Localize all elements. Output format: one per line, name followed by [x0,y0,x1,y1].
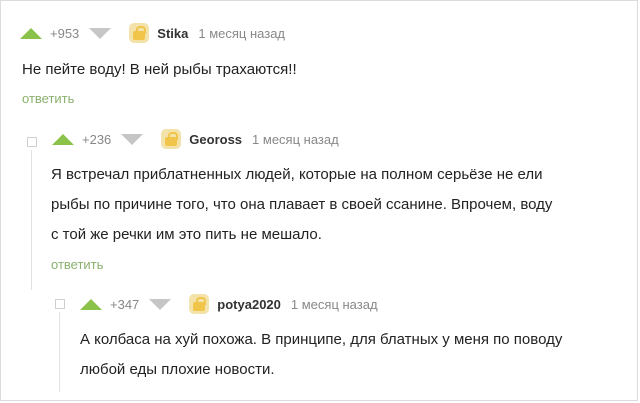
comment-rating: +953 [50,25,80,41]
comment-rating: +347 [110,296,140,312]
collapse-thread-icon[interactable] [27,137,37,147]
comment-rating: +236 [82,131,112,147]
comment-text-line: А колбаса на хуй похожа. В принципе, для… [80,331,563,348]
avatar[interactable] [161,129,182,149]
comment-text-line: любой еды плохие новости. [80,361,275,378]
comment-3-header: +347 potya2020 1 месяц назад [80,293,378,315]
comment-time: 1 месяц назад [198,25,286,41]
comment-2-header: +236 Geoross 1 месяц назад [52,128,339,150]
upvote-icon[interactable] [52,133,74,145]
comment-author[interactable]: Stika [157,26,188,41]
comment-text-line: Не пейте воду! В ней рыбы трахаются!! [22,61,297,78]
thread-line[interactable] [31,150,32,290]
downvote-icon[interactable] [89,27,112,39]
downvote-icon[interactable] [121,133,144,145]
comment-time: 1 месяц назад [252,131,339,147]
collapse-thread-icon[interactable] [55,299,65,309]
reply-link[interactable]: ответить [51,257,103,272]
upvote-icon[interactable] [20,27,42,39]
avatar[interactable] [189,294,210,314]
comment-text-line: Я встречал приблатненных людей, которые … [51,166,543,183]
reply-link[interactable]: ответить [22,91,74,106]
comment-1-header: +953 Stika 1 месяц назад [20,22,285,44]
upvote-icon[interactable] [80,298,102,310]
comment-time: 1 месяц назад [290,296,378,312]
comment-text-line: с той же речки им это пить не мешало. [51,226,322,243]
comment-author[interactable]: potya2020 [217,297,281,312]
avatar[interactable] [129,23,150,43]
comment-2-text: Я встречал приблатненных людей, которые … [51,160,552,250]
comment-text-line: рыбы по причине того, что она плавает в … [51,196,553,213]
comment-1-text: Не пейте воду! В ней рыбы трахаются!! [22,55,297,85]
comment-3-text: А колбаса на хуй похожа. В принципе, для… [80,325,562,385]
downvote-icon[interactable] [149,298,172,310]
thread-line[interactable] [59,312,60,392]
comment-author[interactable]: Geoross [189,132,242,147]
